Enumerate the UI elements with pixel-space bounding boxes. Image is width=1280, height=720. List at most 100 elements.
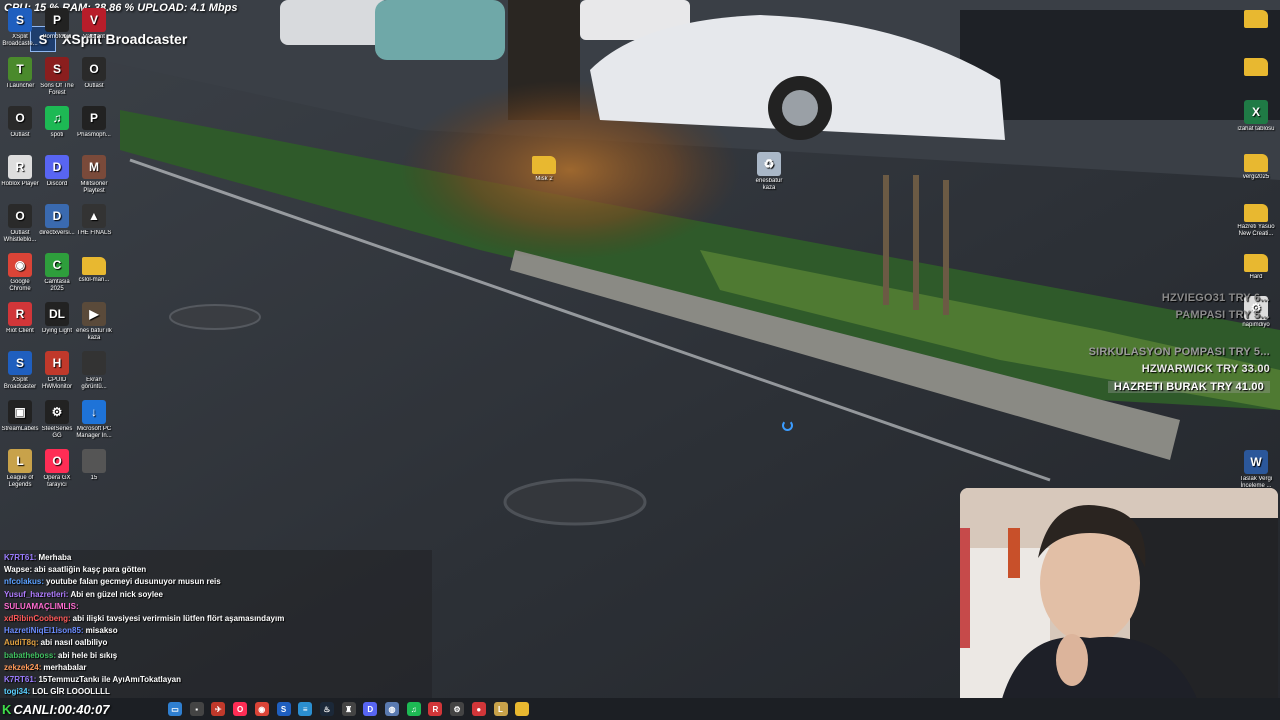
desktop-icon[interactable]: ↓ Microsoft PC Manager In... xyxy=(74,400,114,440)
chat-username[interactable]: Wapse: xyxy=(4,565,32,574)
desktop-icon[interactable]: S XSplit Broadcaster xyxy=(0,351,40,391)
chrome-icon: ◉ xyxy=(8,253,32,277)
folder-icon xyxy=(1244,204,1268,222)
app-icon[interactable]: ◍ xyxy=(385,702,399,716)
chat-username[interactable]: xdRibinCoobeng: xyxy=(4,614,71,623)
desktop-icon[interactable]: ⚙ SteelSeries GG xyxy=(37,400,77,440)
app-icon[interactable]: ♜ xyxy=(341,702,356,716)
donation-entry: HZVIEGO31 TRY 6... xyxy=(1161,292,1270,304)
chat-message: togi34: LOL GİR LOOOLLLL xyxy=(4,687,110,696)
desktop-icon[interactable]: ▲ THE FINALS xyxy=(74,204,114,237)
desktop-icon-label: directxversi... xyxy=(39,230,75,236)
desktop-icon[interactable]: S Sons Of The Forest xyxy=(37,57,77,97)
desktop-icon-label: SteelSeries GG xyxy=(41,426,73,439)
desktop-icon[interactable]: O Opera GX tarayıcı xyxy=(37,449,77,489)
chat-message: babatheboss: abi hele bi sıkış xyxy=(4,651,117,660)
desktop-icon[interactable] xyxy=(1236,54,1276,78)
desktop-icon-label: Riot Client xyxy=(6,328,34,334)
desktop-icon-label: Outlast xyxy=(84,83,104,89)
app-icon[interactable]: ✈ xyxy=(211,702,226,716)
chat-message: K7RT61: Merhaba xyxy=(4,553,71,562)
chat-username[interactable]: AudiT8q: xyxy=(4,638,39,647)
chat-username[interactable]: HazretiNiqEl1ison85: xyxy=(4,626,84,635)
desktop-icon[interactable]: Hazreti Yasuo New Creati... xyxy=(1236,200,1276,238)
chat-username[interactable]: babatheboss: xyxy=(4,651,56,660)
phasmophobia-icon: P xyxy=(82,106,106,130)
chat-text: Abi en güzel nick soylee xyxy=(70,589,163,599)
desktop-icon[interactable]: S XSplit Broadcaste... xyxy=(0,8,40,48)
desktop-icon[interactable]: vergi2025 xyxy=(1236,150,1276,181)
desktop-icon-label: CPUID HWMonitor xyxy=(41,377,72,390)
desktop-icon-label: Opera GX tarayıcı xyxy=(43,475,71,488)
spotify-icon[interactable]: ♫ xyxy=(406,702,421,716)
desktop-icon[interactable]: ♫ spoti xyxy=(37,106,77,139)
desktop-icon[interactable]: P Phasmoph... xyxy=(74,106,114,139)
donation-entry: HZWARWICK TRY 33.00 xyxy=(1141,363,1270,375)
chat-username[interactable]: nfcolakus: xyxy=(4,577,44,586)
desktop-icon[interactable]: R Riot Client xyxy=(0,302,40,335)
desktop-icon-label: Discord xyxy=(46,181,68,187)
chat-username[interactable]: Yusuf_hazretleri: xyxy=(4,590,68,599)
chat-username[interactable]: togi34: xyxy=(4,687,30,696)
desktop-icon[interactable]: Xizahat tablosu xyxy=(1236,100,1276,133)
desktop-icon[interactable]: R Roblox Player xyxy=(0,155,40,188)
desktop-icon[interactable]: ♻ enesbatur kaza xyxy=(749,152,789,192)
desktop-icon[interactable]: Misk 2 xyxy=(524,152,564,183)
download-icon: ↓ xyxy=(82,400,106,424)
steelseries-icon[interactable]: ⚙ xyxy=(450,702,465,716)
desktop-icon[interactable]: ▶ enes batur ilk kaza xyxy=(74,302,114,342)
desktop-icon-label: Outlast Whistleblo... xyxy=(3,230,37,243)
xsplit-icon[interactable]: S xyxy=(276,702,291,716)
game-icon: O xyxy=(82,57,106,81)
file-explorer-icon[interactable]: ▭ xyxy=(168,702,182,716)
desktop-icon[interactable]: H CPUID HWMonitor xyxy=(37,351,77,391)
chat-username[interactable]: K7RT61: xyxy=(4,553,36,562)
desktop-icon[interactable]: W Taslak Vergi İnceleme ... xyxy=(1236,450,1276,490)
desktop-icon[interactable]: Ekran görüntü... xyxy=(74,351,114,391)
opera-icon[interactable]: O xyxy=(233,702,248,716)
desktop-icon[interactable]: Hard xyxy=(1236,250,1276,281)
desktop-icon[interactable]: M Militsioner Playtest xyxy=(74,155,114,195)
chat-username[interactable]: K7RT61: xyxy=(4,675,36,684)
desktop-icon[interactable]: T TLauncher xyxy=(0,57,40,90)
spotify-icon: ♫ xyxy=(45,106,69,130)
discord-icon[interactable]: D xyxy=(363,702,378,716)
record-icon[interactable]: ● xyxy=(471,702,486,716)
chat-text: LOL GİR LOOOLLLL xyxy=(32,687,110,697)
desktop-icon[interactable] xyxy=(1236,6,1276,30)
desktop-icon[interactable]: O Outlast xyxy=(0,106,40,139)
riot-icon[interactable]: R xyxy=(428,702,443,716)
desktop-icon[interactable]: V Valorant xyxy=(74,8,114,41)
desktop-icon-label: League of Legends xyxy=(6,475,34,488)
folder-icon xyxy=(1244,58,1268,76)
desktop-icon[interactable]: ▣ StreamLabels xyxy=(0,400,40,433)
desktop-icon-label: enesbatur kaza xyxy=(755,178,783,191)
terminal-icon[interactable]: ▪ xyxy=(189,702,204,716)
desktop-icon[interactable]: L League of Legends xyxy=(0,449,40,489)
directx-icon: D xyxy=(45,204,69,228)
desktop-icon[interactable]: 15 xyxy=(74,449,114,482)
notes-icon[interactable]: ≡ xyxy=(298,702,313,716)
desktop-icon[interactable]: D Discord xyxy=(37,155,77,188)
desktop-icon[interactable]: P Pornofobia xyxy=(37,8,77,41)
lol-icon[interactable]: L xyxy=(493,702,508,716)
chat-text: misakso xyxy=(85,626,118,636)
desktop-icon-label: THE FINALS xyxy=(76,230,112,236)
desktop-icon[interactable]: ◉ Google Chrome xyxy=(0,253,40,293)
chat-username[interactable]: SULUAMAÇLIMLIS: xyxy=(4,602,79,611)
camtasia-icon: C xyxy=(45,253,69,277)
desktop-icon-label: 15 xyxy=(90,475,98,481)
desktop-icon-label: cslol-man... xyxy=(78,277,110,283)
chat-username[interactable]: zekzek24: xyxy=(4,663,41,672)
steam-icon[interactable]: ♨ xyxy=(319,702,334,716)
desktop-icon[interactable]: DL Dying Light xyxy=(37,302,77,335)
folder-icon[interactable] xyxy=(515,702,530,716)
desktop-icon[interactable]: O Outlast Whistleblo... xyxy=(0,204,40,244)
desktop-icon[interactable]: C Camtasia 2025 xyxy=(37,253,77,293)
image-icon xyxy=(82,449,106,473)
desktop-icon[interactable]: Ddirectxversi... xyxy=(37,204,77,237)
chrome-icon[interactable]: ◉ xyxy=(254,702,269,716)
stream-chat-overlay: K7RT61: Merhaba Wapse: abi saatliğin kaşç p… xyxy=(0,550,432,698)
desktop-icon[interactable]: cslol-man... xyxy=(74,253,114,284)
desktop-icon[interactable]: O Outlast xyxy=(74,57,114,90)
